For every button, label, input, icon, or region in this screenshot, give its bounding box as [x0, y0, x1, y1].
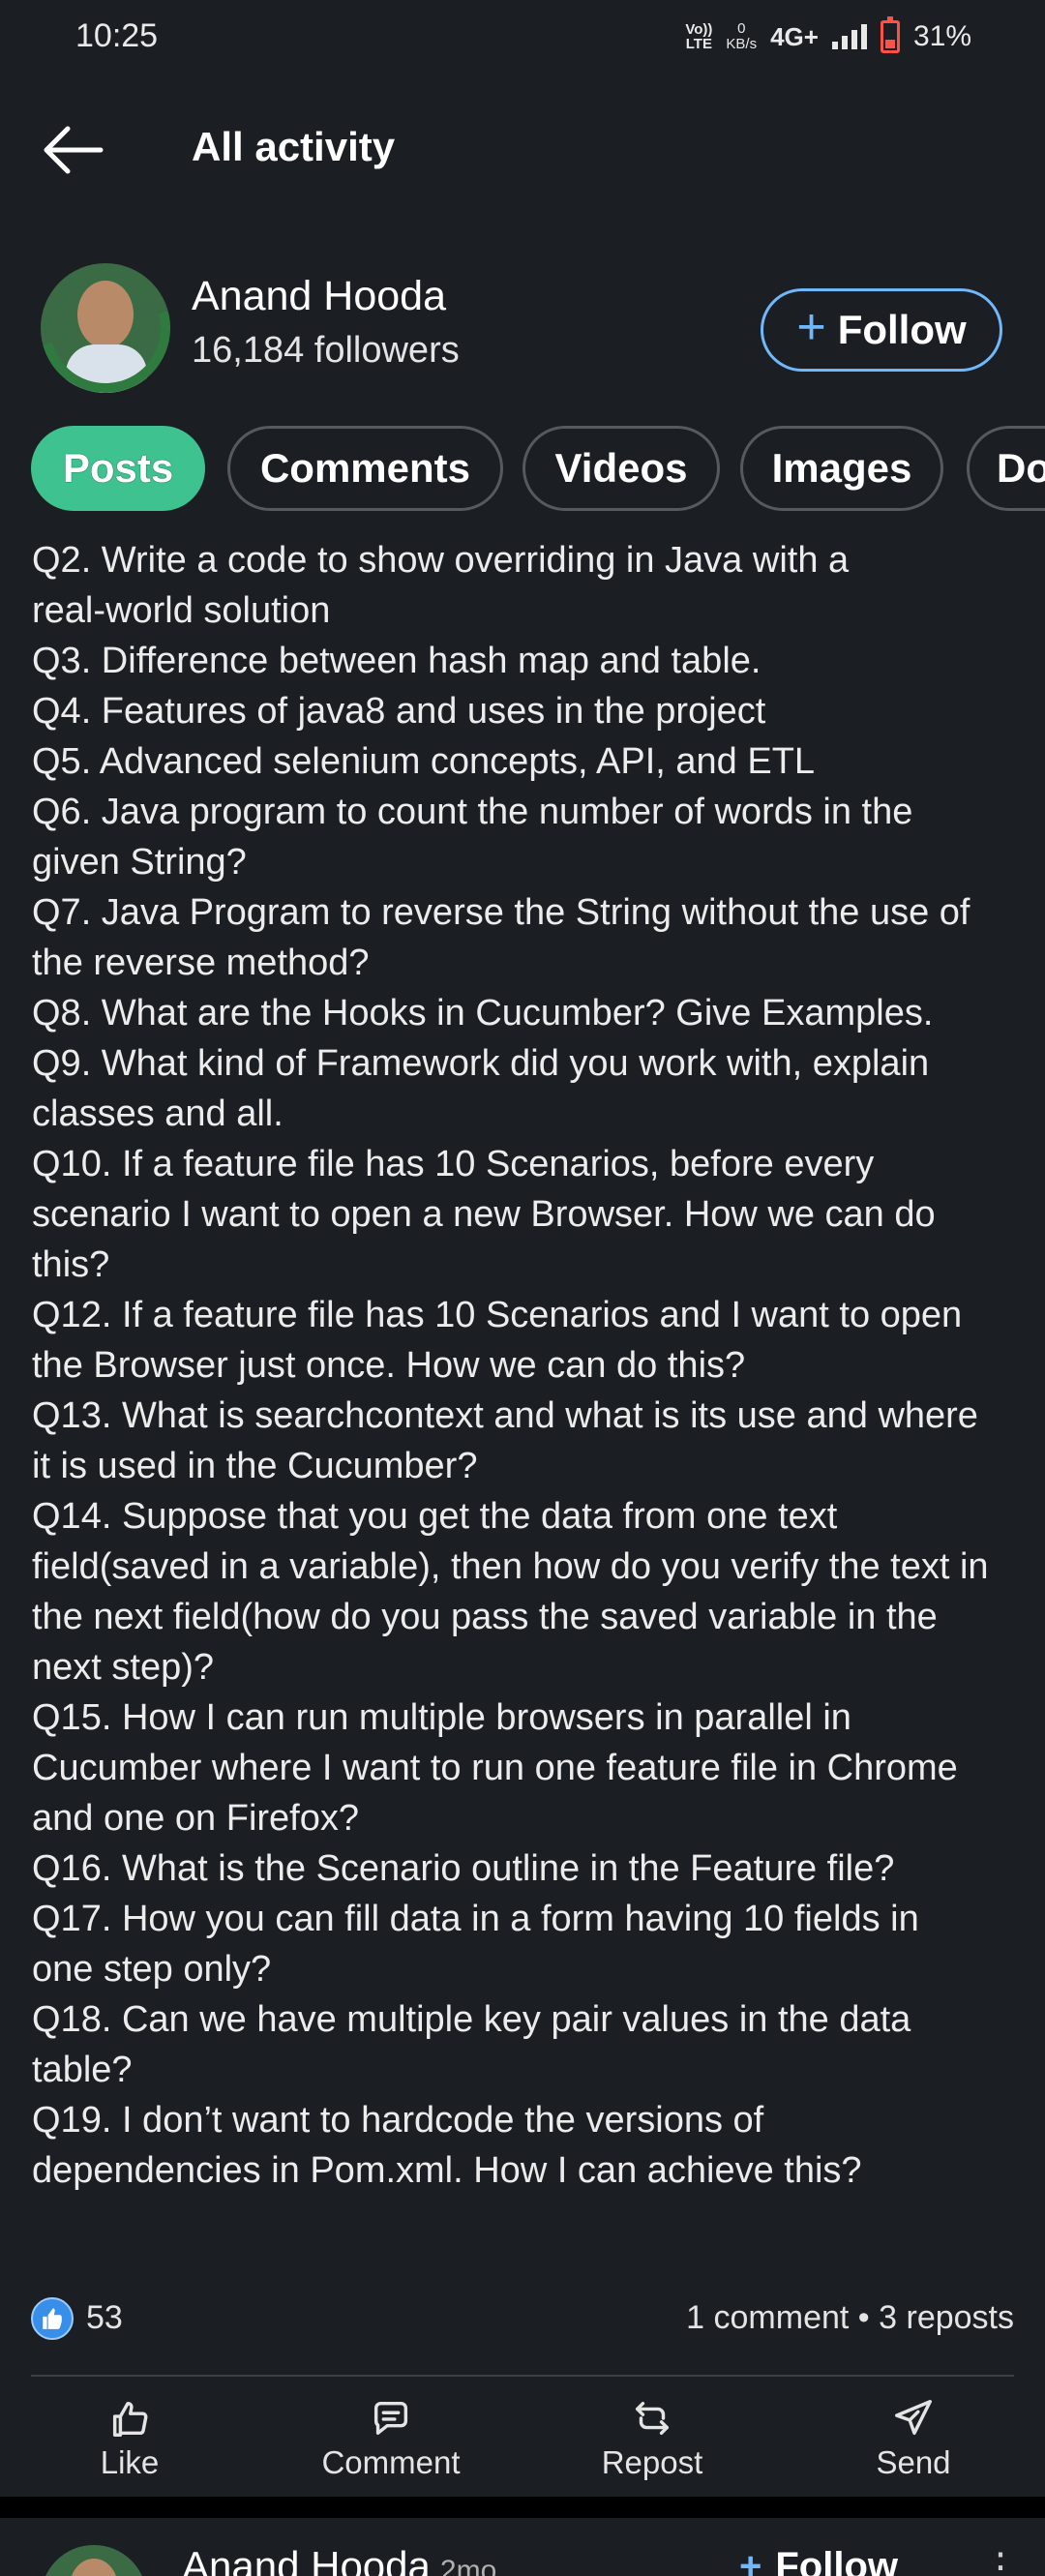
- profile-followers: 16,184 followers: [192, 330, 460, 371]
- post-line: the Browser just once. How we can do thi…: [32, 1345, 746, 1386]
- tab-images[interactable]: Images: [740, 426, 943, 511]
- post-line: Q15. How I can run multiple browsers in …: [32, 1697, 851, 1738]
- signal-icon: [831, 24, 867, 49]
- post-line: next step)?: [32, 1647, 214, 1688]
- app-header: All activity: [0, 97, 1045, 203]
- post-line: Q10. If a feature file has 10 Scenarios,…: [32, 1144, 875, 1184]
- like-button[interactable]: Like: [33, 2386, 226, 2481]
- post-line: Q17. How you can fill data in a form hav…: [32, 1899, 919, 1939]
- post-line: Q5. Advanced selenium concepts, API, and…: [32, 741, 816, 782]
- next-post-avatar[interactable]: [41, 2545, 147, 2576]
- status-bar: 10:25 Vo)) LTE 0 KB/s 4G+ 31%: [0, 0, 1045, 77]
- page-title: All activity: [192, 124, 396, 169]
- post-action-bar: Like Comment Repost Send: [0, 2386, 1045, 2493]
- send-label: Send: [876, 2444, 951, 2480]
- post-line: real-world solution: [32, 590, 331, 631]
- post-line: the next field(how do you pass the saved…: [32, 1597, 938, 1637]
- post-line: Q4. Features of java8 and uses in the pr…: [32, 691, 766, 732]
- plus-icon: +: [739, 2545, 762, 2576]
- post-line: the reverse method?: [32, 943, 370, 983]
- next-post-author[interactable]: Anand Hooda 2mo: [182, 2543, 496, 2576]
- repost-label: Repost: [601, 2444, 703, 2480]
- volte-indicator: Vo)) LTE: [685, 22, 712, 51]
- post-line: Q13. What is searchcontext and what is i…: [32, 1395, 978, 1436]
- comment-label: Comment: [321, 2444, 461, 2480]
- tab-comments[interactable]: Comments: [227, 426, 503, 511]
- send-icon: [895, 2400, 932, 2436]
- tab-posts[interactable]: Posts: [31, 426, 205, 511]
- speed-value: 0: [737, 20, 746, 37]
- profile-name[interactable]: Anand Hooda: [192, 273, 446, 320]
- post-line: Q2. Write a code to show overriding in J…: [32, 540, 850, 581]
- follow-button[interactable]: + Follow: [761, 288, 1002, 372]
- post-line: and one on Firefox?: [32, 1798, 360, 1839]
- speed-unit: KB/s: [726, 36, 758, 52]
- open-to-work-ring: [41, 263, 170, 393]
- post-line: Q14. Suppose that you get the data from …: [32, 1496, 838, 1537]
- next-post-time: 2mo: [439, 2555, 497, 2576]
- post-line: this?: [32, 1244, 110, 1285]
- comment-repost-stats[interactable]: 1 comment • 3 reposts: [686, 2299, 1014, 2337]
- post-line: classes and all.: [32, 1093, 284, 1134]
- repost-icon: [635, 2401, 670, 2436]
- battery-percent: 31%: [912, 20, 971, 52]
- feed-separator: [0, 2497, 1045, 2518]
- post-line: dependencies in Pom.xml. How I can achie…: [32, 2150, 862, 2191]
- back-arrow-icon[interactable]: [39, 121, 106, 179]
- post-line: it is used in the Cucumber?: [32, 1446, 478, 1486]
- post-line: one step only?: [32, 1949, 272, 1990]
- post-line: Q19. I don’t want to hardcode the versio…: [32, 2100, 764, 2141]
- post-line: Q12. If a feature file has 10 Scenarios …: [32, 1295, 963, 1335]
- divider: [31, 2375, 1014, 2377]
- post-line: field(saved in a variable), then how do …: [32, 1546, 989, 1587]
- post-line: Q7. Java Program to reverse the String w…: [32, 892, 970, 933]
- network-type: 4G+: [770, 21, 819, 51]
- next-post-follow-button[interactable]: + Follow: [739, 2545, 898, 2576]
- more-options-icon[interactable]: ⋮: [981, 2545, 1020, 2576]
- post-line: Q3. Difference between hash map and tabl…: [32, 641, 761, 681]
- next-post-author-name: Anand Hooda: [182, 2543, 431, 2576]
- comment-button[interactable]: Comment: [294, 2386, 488, 2481]
- post-line: table?: [32, 2050, 133, 2090]
- post-line: Q8. What are the Hooks in Cucumber? Give…: [32, 993, 934, 1033]
- comment-icon: [373, 2401, 408, 2436]
- activity-tabs: Posts Comments Videos Images Do: [31, 426, 1045, 511]
- post-text: Q2. Write a code to show overriding in J…: [32, 535, 1019, 2196]
- next-avatar-face: [70, 2559, 118, 2576]
- network-speed: 0 KB/s: [726, 21, 757, 52]
- follow-label: Follow: [837, 307, 967, 352]
- plus-icon: +: [796, 299, 826, 355]
- post-line: Q16. What is the Scenario outline in the…: [32, 1848, 895, 1889]
- next-post-follow-label: Follow: [775, 2545, 898, 2576]
- status-time: 10:25: [75, 17, 159, 54]
- send-button[interactable]: Send: [817, 2386, 1010, 2481]
- like-reaction-icon[interactable]: [31, 2297, 74, 2340]
- repost-button[interactable]: Repost: [555, 2386, 749, 2481]
- like-label: Like: [100, 2444, 160, 2480]
- post-line: given String?: [32, 842, 247, 883]
- like-count[interactable]: 53: [86, 2299, 123, 2337]
- thumbs-up-icon: [112, 2401, 148, 2437]
- post-line: Q6. Java program to count the number of …: [32, 792, 913, 832]
- battery-icon: [880, 16, 900, 53]
- avatar[interactable]: [41, 263, 170, 393]
- post-line: Q18. Can we have multiple key pair value…: [32, 1999, 911, 2040]
- tab-videos[interactable]: Videos: [522, 426, 720, 511]
- status-icons: Vo)) LTE 0 KB/s 4G+ 31%: [685, 15, 971, 58]
- tab-documents[interactable]: Do: [967, 426, 1045, 511]
- volte-top: Vo)): [685, 21, 713, 38]
- post-line: scenario I want to open a new Browser. H…: [32, 1194, 936, 1235]
- volte-bottom: LTE: [685, 36, 712, 52]
- post-line: Q9. What kind of Framework did you work …: [32, 1043, 930, 1084]
- post-line: Cucumber where I want to run one feature…: [32, 1748, 958, 1788]
